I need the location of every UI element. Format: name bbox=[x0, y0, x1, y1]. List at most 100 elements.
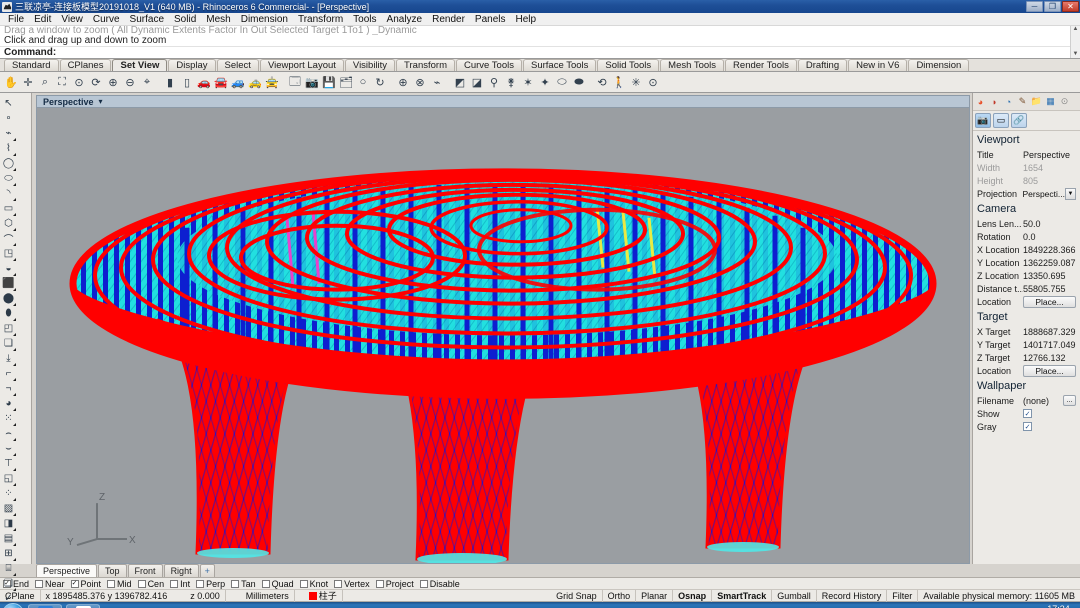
command-prompt[interactable]: Command: bbox=[0, 46, 1080, 58]
toolbar-tab-curve-tools[interactable]: Curve Tools bbox=[455, 59, 522, 71]
checkbox[interactable]: ✓ bbox=[1023, 409, 1032, 418]
property-value[interactable]: 1401717.049 bbox=[1023, 340, 1080, 350]
property-value[interactable]: Perspective bbox=[1023, 150, 1080, 160]
polygon-icon[interactable]: ⬡ bbox=[1, 216, 16, 231]
arc-icon[interactable]: ◝ bbox=[1, 186, 16, 201]
lens-icon[interactable]: ⬭ bbox=[554, 74, 570, 91]
osnap-int[interactable]: Int bbox=[170, 579, 190, 589]
rectangle-icon[interactable]: ▭ bbox=[1, 201, 16, 216]
menu-item-render[interactable]: Render bbox=[427, 13, 470, 26]
cylinder-icon[interactable]: ⬮ bbox=[1, 306, 16, 321]
osnap-vertex[interactable]: Vertex bbox=[334, 579, 370, 589]
menu-item-solid[interactable]: Solid bbox=[169, 13, 201, 26]
box-icon[interactable]: ⬛ bbox=[1, 276, 16, 291]
checkbox[interactable] bbox=[137, 579, 146, 588]
close-button[interactable]: ✕ bbox=[1062, 1, 1079, 12]
browse-button[interactable]: ... bbox=[1063, 395, 1076, 406]
scroll-up-icon[interactable]: ▲ bbox=[1073, 26, 1079, 33]
menu-item-help[interactable]: Help bbox=[511, 13, 542, 26]
view-perspective-icon[interactable]: 🚖 bbox=[264, 74, 280, 91]
view-sphere-icon[interactable]: ○ bbox=[355, 74, 371, 91]
view-back-icon[interactable]: ▯ bbox=[179, 74, 195, 91]
add-viewport-tab-button[interactable]: + bbox=[199, 564, 215, 577]
status-toggle-smarttrack[interactable]: SmartTrack bbox=[712, 589, 773, 602]
status-toggle-filter[interactable]: Filter bbox=[887, 589, 919, 602]
menu-item-view[interactable]: View bbox=[56, 13, 88, 26]
osnap-near[interactable]: Near bbox=[35, 579, 65, 589]
checkbox[interactable]: ✓ bbox=[1023, 422, 1032, 431]
more-icon[interactable]: ⊙ bbox=[1058, 95, 1071, 108]
orbit-icon[interactable]: ⟲ bbox=[594, 74, 610, 91]
layers-icon[interactable]: ◗ bbox=[988, 95, 1001, 108]
checkbox[interactable] bbox=[35, 579, 44, 588]
text-icon[interactable]: ⌸ bbox=[1, 561, 16, 576]
status-toggle-record-history[interactable]: Record History bbox=[817, 589, 888, 602]
viewport-tab-top[interactable]: Top bbox=[98, 564, 127, 577]
osnap-mid[interactable]: Mid bbox=[107, 579, 132, 589]
turntable-icon[interactable]: ⚵ bbox=[503, 74, 519, 91]
camera-icon[interactable]: 📷 bbox=[304, 74, 320, 91]
place-button[interactable]: Place... bbox=[1023, 364, 1076, 377]
circle-icon[interactable]: ◯ bbox=[1, 156, 16, 171]
viewport-titlebar[interactable]: Perspective ▾ bbox=[36, 95, 970, 107]
toolbar-tab-drafting[interactable]: Drafting bbox=[797, 59, 848, 71]
trim-icon[interactable]: ⊤ bbox=[1, 456, 16, 471]
walk-icon[interactable]: 🚶 bbox=[611, 74, 627, 91]
status-toggle-grid-snap[interactable]: Grid Snap bbox=[551, 589, 603, 602]
property-value[interactable]: 55805.755 bbox=[1023, 284, 1080, 294]
toolbar-tab-surface-tools[interactable]: Surface Tools bbox=[522, 59, 597, 71]
polyline-icon[interactable]: ⌁ bbox=[1, 126, 16, 141]
zoom-out-icon[interactable]: ⊖ bbox=[122, 74, 138, 91]
view-right-icon[interactable]: 🚗 bbox=[196, 74, 212, 91]
folder-icon[interactable]: 📁 bbox=[1030, 95, 1043, 108]
join-icon[interactable]: ▨ bbox=[1, 501, 16, 516]
walkabout-icon[interactable]: ⚲ bbox=[486, 74, 502, 91]
restore-view-icon[interactable]: 🗂 bbox=[338, 74, 354, 91]
property-value[interactable]: 0.0 bbox=[1023, 232, 1080, 242]
view-front-icon[interactable]: ▮ bbox=[162, 74, 178, 91]
viewport-tab-front[interactable]: Front bbox=[127, 564, 163, 577]
array-icon[interactable]: ⁙ bbox=[1, 411, 16, 426]
view-top-icon[interactable]: 🚙 bbox=[230, 74, 246, 91]
surface-from-curves-icon[interactable]: ◳ bbox=[1, 246, 16, 261]
property-value[interactable]: 1888687.329 bbox=[1023, 327, 1080, 337]
menu-item-surface[interactable]: Surface bbox=[125, 13, 169, 26]
checkbox[interactable] bbox=[196, 579, 205, 588]
extrude-solid-icon[interactable]: ◰ bbox=[1, 321, 16, 336]
wps-task[interactable]: W bbox=[28, 603, 62, 608]
property-value[interactable]: 1362259.087 bbox=[1023, 258, 1080, 268]
sun-icon[interactable]: ✳ bbox=[628, 74, 644, 91]
menu-item-panels[interactable]: Panels bbox=[470, 13, 511, 26]
osnap-tan[interactable]: Tan bbox=[231, 579, 256, 589]
menu-item-dimension[interactable]: Dimension bbox=[236, 13, 293, 26]
save-view-icon[interactable]: 💾 bbox=[321, 74, 337, 91]
toolbar-tab-viewport-layout[interactable]: Viewport Layout bbox=[259, 59, 344, 71]
zoom-window-icon[interactable]: ⌕ bbox=[37, 74, 53, 91]
lens2-icon[interactable]: ⬬ bbox=[571, 74, 587, 91]
place-button[interactable]: Place... bbox=[1023, 295, 1076, 308]
mesh-tools-icon[interactable]: ▤ bbox=[1, 531, 16, 546]
osnap-project[interactable]: Project bbox=[375, 579, 414, 589]
zoom-1to1-icon[interactable]: ⌖ bbox=[139, 74, 155, 91]
toolbar-tab-standard[interactable]: Standard bbox=[4, 59, 59, 71]
zoom-selected-icon[interactable]: ⊙ bbox=[71, 74, 87, 91]
properties-icon[interactable]: ◕ bbox=[974, 95, 987, 108]
menu-item-analyze[interactable]: Analyze bbox=[382, 13, 428, 26]
boolean-difference-icon[interactable]: ⤓ bbox=[1, 351, 16, 366]
checkbox[interactable] bbox=[231, 579, 240, 588]
blend-curve-icon[interactable]: ⌢ bbox=[1, 426, 16, 441]
link-tab[interactable]: 🔗 bbox=[1011, 113, 1027, 128]
property-value[interactable]: 1849228.366 bbox=[1023, 245, 1080, 255]
layers-icon[interactable]: ❑ bbox=[1, 576, 16, 591]
viewport-menu-arrow-icon[interactable]: ▾ bbox=[99, 97, 103, 106]
dimension-icon[interactable]: ⊞ bbox=[1, 546, 16, 561]
set-target-icon[interactable]: ⊗ bbox=[412, 74, 428, 91]
units-cell[interactable]: Millimeters bbox=[226, 589, 295, 602]
chamfer-icon[interactable]: ¬ bbox=[1, 381, 16, 396]
checkbox[interactable] bbox=[375, 579, 384, 588]
projection-combo[interactable]: Perspecti... ▼ bbox=[1022, 187, 1076, 200]
toolbar-tab-mesh-tools[interactable]: Mesh Tools bbox=[660, 59, 725, 71]
layer-color-swatch[interactable] bbox=[308, 591, 317, 600]
checkbox[interactable] bbox=[299, 579, 308, 588]
menu-item-transform[interactable]: Transform bbox=[293, 13, 348, 26]
